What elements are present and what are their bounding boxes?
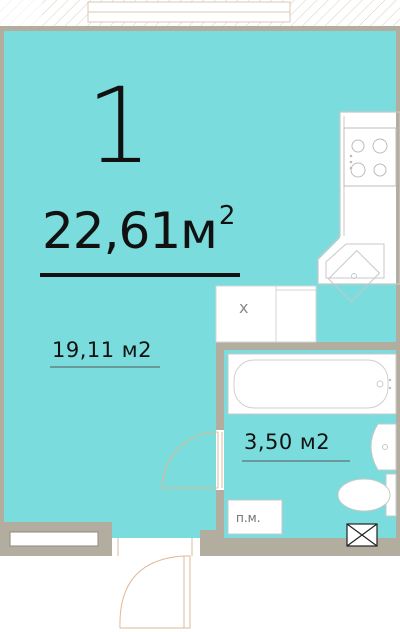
wall-bath-left-upper bbox=[216, 342, 224, 430]
rooms-count: 1 bbox=[86, 65, 153, 187]
closet-mark: х bbox=[239, 298, 249, 317]
entrance-door-leaf bbox=[183, 555, 191, 629]
entrance-doorway bbox=[112, 538, 200, 556]
floor-plan-drawing bbox=[0, 0, 400, 629]
wall-right bbox=[396, 26, 400, 556]
radiator bbox=[9, 531, 99, 547]
bathtub bbox=[227, 353, 397, 415]
total-area-superscript: 2 bbox=[218, 201, 236, 232]
toilet bbox=[337, 478, 391, 512]
bathroom-area-label: 3,50 м2 bbox=[244, 430, 331, 454]
total-area-underline bbox=[40, 273, 240, 277]
bathroom-doorway bbox=[216, 430, 224, 490]
apartment-floor-plan: 1 22,61м2 19,11 м2 3,50 м2 х п.м. bbox=[0, 0, 400, 632]
closet-2 bbox=[276, 286, 316, 342]
wall-left bbox=[0, 26, 4, 556]
entrance-door-swing bbox=[119, 555, 185, 629]
total-area: 22,61м2 bbox=[42, 203, 235, 256]
washbasin bbox=[370, 423, 397, 471]
laundry-mark: п.м. bbox=[236, 511, 261, 525]
wall-top bbox=[0, 26, 400, 31]
room-area-label: 19,11 м2 bbox=[52, 338, 152, 362]
total-area-value: 22,61м bbox=[42, 202, 218, 260]
wall-bath-top bbox=[216, 342, 400, 350]
